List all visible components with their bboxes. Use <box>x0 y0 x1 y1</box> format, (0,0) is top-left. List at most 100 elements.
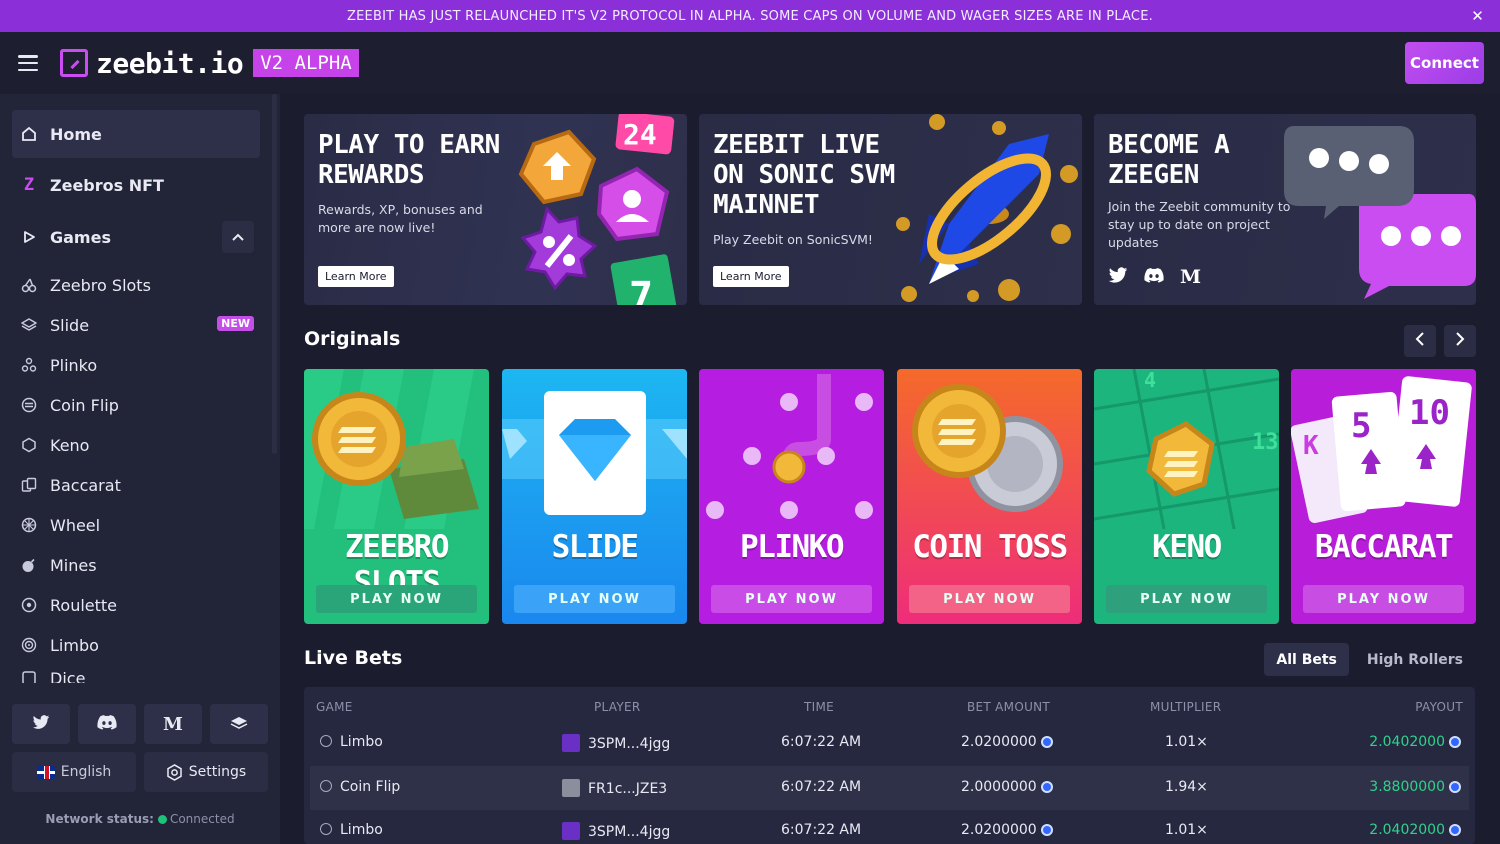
player-cell[interactable]: 3SPM...4jgg <box>562 822 670 840</box>
banner-become-zeegen[interactable]: BECOME A ZEEGEN Join the Zeebit community… <box>1094 114 1476 305</box>
sidebar-item-slide[interactable]: Slide NEW <box>12 305 260 345</box>
payout-cell: 2.0402000 <box>1369 822 1461 838</box>
status-dot-icon <box>157 815 167 824</box>
sidebar-item-mines[interactable]: Mines <box>12 545 260 585</box>
svg-text:4: 4 <box>1144 369 1156 392</box>
player-cell[interactable]: FR1c...JZE3 <box>562 779 667 797</box>
game-cell: Coin Flip <box>320 779 400 795</box>
baccarat-cards-illustration: K 5 10 <box>1291 376 1472 524</box>
play-now-button[interactable]: PLAY NOW <box>1106 585 1267 613</box>
settings-button[interactable]: Settings <box>144 752 268 792</box>
sidebar-item-roulette[interactable]: Roulette <box>12 585 260 625</box>
game-card-baccarat[interactable]: K 5 10 BACCARAT PLAY NOW <box>1291 369 1476 624</box>
table-row[interactable]: Coin Flip FR1c...JZE3 6:07:22 AM 2.00000… <box>310 766 1469 810</box>
carousel-prev-button[interactable] <box>1404 325 1436 357</box>
docs-button[interactable] <box>210 704 268 744</box>
plinko-icon <box>20 356 38 374</box>
discord-icon <box>97 714 117 735</box>
cards-icon <box>20 476 38 494</box>
game-card-plinko[interactable]: PLINKO PLAY NOW <box>699 369 884 624</box>
time-cell: 6:07:22 AM <box>781 822 862 838</box>
time-cell: 6:07:22 AM <box>781 734 862 750</box>
play-now-button[interactable]: PLAY NOW <box>711 585 872 613</box>
keno-grid-illustration: 4 13 <box>1094 369 1279 529</box>
sidebar-item-keno[interactable]: Keno <box>12 425 260 465</box>
play-icon <box>20 228 38 246</box>
column-header: GAME <box>316 700 353 714</box>
target-icon <box>320 735 332 747</box>
close-icon[interactable]: ✕ <box>1471 7 1484 25</box>
sidebar-item-label: Mines <box>50 555 97 575</box>
sidebar-scrollbar[interactable] <box>272 94 277 454</box>
sidebar-item-zeebro-slots[interactable]: Zeebro Slots <box>12 265 260 305</box>
game-card-keno[interactable]: 4 13 KENO PLAY NOW <box>1094 369 1279 624</box>
sidebar-item-limbo[interactable]: Limbo <box>12 625 260 665</box>
sidebar-item-home[interactable]: Home <box>12 110 260 158</box>
tab-high-rollers[interactable]: High Rollers <box>1355 643 1475 676</box>
table-row[interactable]: Limbo 3SPM...4jgg 6:07:22 AM 2.0200000 1… <box>310 809 1469 844</box>
announcement-text: ZEEBIT HAS JUST RELAUNCHED IT'S V2 PROTO… <box>347 8 1153 24</box>
logo-mark-icon <box>60 49 88 77</box>
learn-more-button[interactable]: Learn More <box>318 266 394 287</box>
discord-icon[interactable] <box>1144 267 1164 287</box>
banner-play-to-earn[interactable]: 24 7 PLAY TO EARN REWARDS Rewards, XP, bo… <box>304 114 687 305</box>
layers-icon <box>20 316 38 334</box>
sidebar-item-plinko[interactable]: Plinko <box>12 345 260 385</box>
sidebar-item-label: Limbo <box>50 635 99 655</box>
player-cell[interactable]: 3SPM...4jgg <box>562 734 670 752</box>
rocket-illustration <box>896 114 1078 302</box>
column-header: BET AMOUNT <box>967 700 1051 714</box>
hamburger-menu-icon[interactable] <box>18 55 38 71</box>
language-selector[interactable]: English <box>12 752 136 792</box>
banner-description: Rewards, XP, bonuses and more are now li… <box>318 202 483 235</box>
game-title: KENO <box>1152 529 1222 565</box>
play-now-button[interactable]: PLAY NOW <box>909 585 1070 613</box>
table-row[interactable]: Limbo 3SPM...4jgg 6:07:22 AM 2.0200000 1… <box>310 721 1469 765</box>
connect-button[interactable]: Connect <box>1405 42 1484 84</box>
medium-button[interactable]: M <box>144 704 202 744</box>
play-now-button[interactable]: PLAY NOW <box>316 585 477 613</box>
sidebar-item-wheel[interactable]: Wheel <box>12 505 260 545</box>
learn-more-button[interactable]: Learn More <box>713 266 789 287</box>
sidebar-item-baccarat[interactable]: Baccarat <box>12 465 260 505</box>
play-now-button[interactable]: PLAY NOW <box>1303 585 1464 613</box>
game-card-coin-toss[interactable]: COIN TOSS PLAY NOW <box>897 369 1082 624</box>
social-links: M <box>12 704 268 744</box>
twitter-button[interactable] <box>12 704 70 744</box>
announcement-bar: ZEEBIT HAS JUST RELAUNCHED IT'S V2 PROTO… <box>0 0 1500 32</box>
target-icon <box>320 823 332 835</box>
sidebar-item-label: Wheel <box>50 515 101 535</box>
sidebar-item-label: Slide <box>50 315 90 335</box>
payout-cell: 2.0402000 <box>1369 734 1461 750</box>
sidebar-item-dice[interactable]: Dice <box>12 669 260 683</box>
play-now-button[interactable]: PLAY NOW <box>514 585 675 613</box>
sidebar-item-zeebros-nft[interactable]: Z Zeebros NFT <box>12 165 260 205</box>
banner-description: Play Zeebit on SonicSVM! <box>713 232 873 247</box>
uk-flag-icon <box>36 765 55 779</box>
discord-button[interactable] <box>78 704 136 744</box>
tab-all-bets[interactable]: All Bets <box>1264 643 1349 676</box>
logo[interactable]: zeebit.io V2 ALPHA <box>60 47 359 80</box>
slide-diamond-illustration <box>502 391 687 515</box>
bet-amount-cell: 2.0200000 <box>961 734 1053 750</box>
banner-sonic-svm[interactable]: ZEEBIT LIVE ON SONIC SVM MAINNET Play Zeeb… <box>699 114 1082 305</box>
network-status-value: Connected <box>169 812 235 826</box>
game-card-zeebro-slots[interactable]: ZEEBRO SLOTS PLAY NOW <box>304 369 489 624</box>
sidebar-item-label: Home <box>50 124 102 144</box>
sidebar-item-coin-flip[interactable]: Coin Flip <box>12 385 260 425</box>
carousel-next-button[interactable] <box>1444 325 1476 357</box>
game-card-slide[interactable]: SLIDE PLAY NOW <box>502 369 687 624</box>
rewards-illustration: 24 7 <box>518 114 677 305</box>
bet-amount-cell: 2.0000000 <box>961 779 1053 795</box>
sidebar-item-games[interactable]: Games <box>12 217 260 257</box>
chat-bubbles-illustration <box>1284 126 1476 299</box>
medium-icon[interactable]: M <box>1180 266 1201 288</box>
svg-text:13: 13 <box>1252 430 1279 455</box>
new-badge: NEW <box>217 316 254 331</box>
medium-icon: M <box>163 713 183 735</box>
sidebar-item-label: Baccarat <box>50 475 121 495</box>
avatar <box>562 822 580 840</box>
twitter-icon[interactable] <box>1108 266 1128 288</box>
svg-text:K: K <box>1303 431 1319 461</box>
chevron-up-icon[interactable] <box>222 221 254 253</box>
